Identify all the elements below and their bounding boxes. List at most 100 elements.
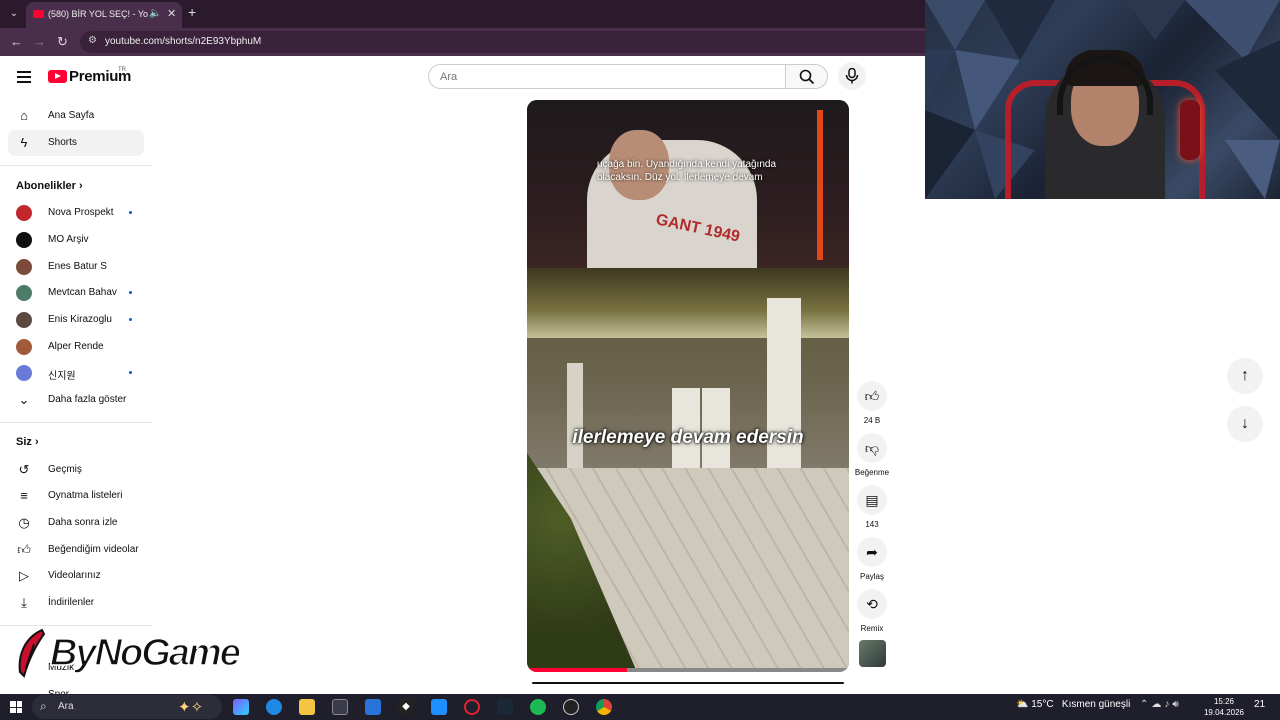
downloads-icon: ⤓	[21, 595, 27, 610]
windows-start-icon[interactable]	[10, 701, 22, 713]
arrow-up-icon: ↑	[1241, 367, 1249, 384]
shorts-video-player[interactable]: GANT 1949 uçağa bin. Uyandığında kendi y…	[527, 100, 849, 672]
channel-avatar[interactable]	[859, 640, 886, 667]
playlists-icon: ≡	[20, 488, 28, 503]
youtube-header: Premium TR Ara	[0, 56, 925, 100]
opera-icon[interactable]	[464, 699, 480, 715]
sidebar-item-label: Geçmiş	[48, 464, 82, 475]
voice-search-button[interactable]	[838, 62, 866, 90]
tab-search-icon[interactable]: ⌄	[6, 6, 22, 22]
mail-icon[interactable]	[365, 699, 381, 715]
security-icon[interactable]: ◆	[398, 699, 414, 715]
chrome-icon[interactable]	[596, 699, 612, 715]
next-short-preview[interactable]	[532, 682, 844, 684]
sidebar-item-subscription[interactable]: Nova Prospekt	[8, 200, 144, 226]
search-icon	[799, 69, 815, 85]
weather-icon: ⛅	[1016, 699, 1029, 710]
sidebar-item-your-videos[interactable]: ▷ Videolarınız	[8, 563, 144, 589]
game-pillar	[567, 363, 583, 473]
sidebar-item-label: 신지원	[48, 371, 76, 382]
system-tray[interactable]: ⌃☁♪🔊︎	[1140, 699, 1182, 710]
dislike-icon[interactable]: 👎︎	[857, 433, 887, 463]
history-icon: ↺	[18, 462, 30, 477]
browser-tab-bar: ⌄ (580) BİR YOL SEÇ! - YouTube 🔈 ✕ +	[0, 0, 925, 28]
sidebar-item-playlists[interactable]: ≡ Oynatma listeleri	[8, 483, 144, 509]
sidebar-item-watch-later[interactable]: ◷ Daha sonra izle	[8, 510, 144, 536]
speaker-icon[interactable]: 🔈	[149, 8, 161, 19]
avatar	[16, 205, 32, 221]
notification-badge[interactable]: 21	[1254, 699, 1265, 710]
search-input[interactable]: Ara	[428, 64, 786, 89]
sidebar-item-subscription[interactable]: Enis Kirazoglu	[8, 307, 144, 333]
sidebar-item-shorts[interactable]: ϟ Shorts	[8, 130, 144, 156]
video-progress-track[interactable]	[626, 668, 849, 672]
url-field[interactable]: ⚙ youtube.com/shorts/n2E93YbphuM	[80, 31, 925, 53]
sidebar-item-history[interactable]: ↺ Geçmiş	[8, 457, 144, 483]
remix-action[interactable]: ⟲ Remix	[857, 589, 887, 633]
chevron-up-icon: ⌃	[1140, 699, 1152, 710]
game-clip	[527, 268, 849, 672]
chevron-right-icon: ›	[34, 436, 39, 448]
sidebar-item-subscription[interactable]: Mevtcan Bahav	[8, 280, 144, 306]
sidebar-item-subscription[interactable]: 신지원	[8, 360, 144, 386]
forward-icon[interactable]: →	[33, 34, 46, 49]
back-icon[interactable]: ←	[10, 34, 23, 49]
menu-icon[interactable]	[17, 71, 31, 83]
network-icon: ☁	[1151, 699, 1165, 710]
file-explorer-icon[interactable]	[299, 699, 315, 715]
comments-action[interactable]: ▤ 143	[857, 485, 887, 529]
webcam-overlay	[925, 0, 1280, 199]
microphone-icon	[845, 68, 859, 84]
site-info-icon[interactable]: ⚙	[88, 35, 97, 46]
avatar	[16, 339, 32, 355]
edge-icon[interactable]	[266, 699, 282, 715]
sidebar-item-liked-videos[interactable]: 👍︎ Beğendiğim videolar	[8, 537, 144, 563]
sidebar-item-subscription[interactable]: MO Arşiv	[8, 227, 144, 253]
comment-count: 143	[865, 520, 879, 529]
home-icon: ⌂	[20, 108, 28, 123]
browser-tab[interactable]: (580) BİR YOL SEÇ! - YouTube 🔈 ✕	[26, 2, 182, 28]
share-icon[interactable]: ➦	[857, 537, 887, 567]
previous-short-button[interactable]: ↑	[1227, 358, 1263, 394]
shorts-icon: ϟ	[20, 135, 28, 150]
comment-icon[interactable]: ▤	[857, 485, 887, 515]
remix-icon[interactable]: ⟲	[857, 589, 887, 619]
app-icon[interactable]	[431, 699, 447, 715]
spotify-icon[interactable]	[530, 699, 546, 715]
sidebar-show-more[interactable]: ⌄ Daha fazla göster	[8, 387, 144, 413]
store-icon[interactable]	[332, 699, 348, 715]
taskbar-search[interactable]: ⌕ Ara ✦✧	[32, 695, 222, 719]
sidebar-item-label: Nova Prospekt	[48, 207, 114, 218]
like-icon[interactable]: 👍︎	[857, 381, 887, 411]
you-heading[interactable]: Siz ›	[16, 436, 39, 448]
share-action[interactable]: ➦ Paylaş	[857, 537, 887, 581]
subscriptions-heading[interactable]: Abonelikler ›	[16, 180, 83, 192]
video-progress-fill[interactable]	[527, 668, 627, 672]
divider	[0, 165, 152, 166]
weather-widget[interactable]: ⛅ 15°C Kısmen güneşli	[1016, 699, 1130, 710]
copilot-icon[interactable]	[233, 699, 249, 715]
sidebar-item-label: Alper Rende	[48, 341, 104, 352]
avatar	[16, 312, 32, 328]
sidebar-item-subscription[interactable]: Enes Batur S	[8, 254, 144, 280]
sidebar-item-home[interactable]: ⌂ Ana Sayfa	[8, 103, 144, 129]
clock[interactable]: 15:26 19.04.2026	[1203, 696, 1245, 718]
search-button[interactable]	[786, 64, 828, 89]
avatar	[16, 232, 32, 248]
your-videos-icon: ▷	[19, 568, 29, 583]
like-action[interactable]: 👍︎ 24 B	[857, 381, 887, 425]
reload-icon[interactable]: ↻	[57, 34, 68, 50]
sidebar-item-subscription[interactable]: Alper Rende	[8, 334, 144, 360]
quill-logo-icon	[18, 628, 46, 678]
weather-desc: Kısmen güneşli	[1061, 699, 1131, 710]
obs-icon[interactable]	[563, 699, 579, 715]
microphone	[1180, 100, 1200, 160]
next-short-button[interactable]: ↓	[1227, 406, 1263, 442]
dislike-action[interactable]: 👎︎ Beğenme	[855, 433, 889, 477]
new-tab-icon[interactable]: +	[188, 4, 196, 20]
sidebar-item-downloads[interactable]: ⤓ İndirilenler	[8, 590, 144, 616]
close-tab-icon[interactable]: ✕	[167, 7, 176, 20]
steam-icon[interactable]	[497, 699, 513, 715]
youtube-logo-icon[interactable]	[48, 70, 67, 83]
sidebar-item-label: Ana Sayfa	[48, 110, 95, 121]
